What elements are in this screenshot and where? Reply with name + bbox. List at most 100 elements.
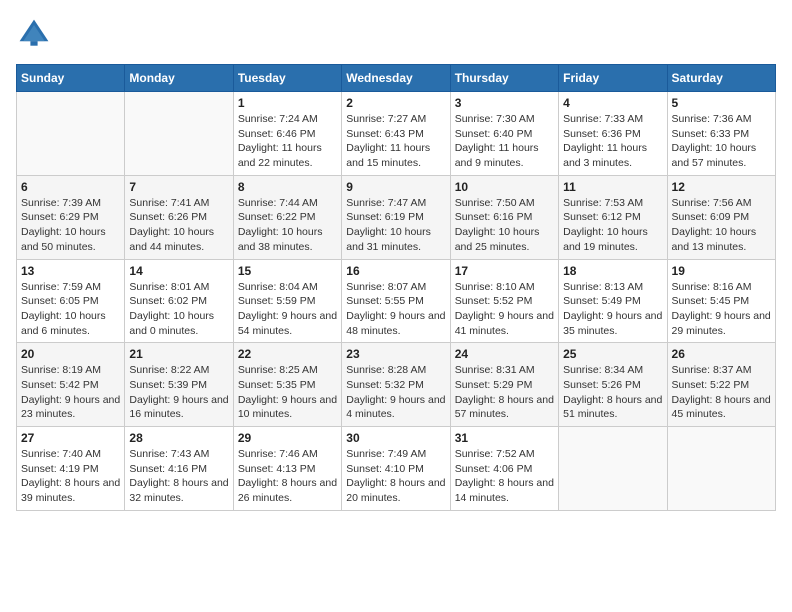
- day-cell: 16 Sunrise: 8:07 AMSunset: 5:55 PMDayligh…: [342, 259, 450, 343]
- day-info: Sunrise: 7:40 AMSunset: 4:19 PMDaylight:…: [21, 447, 120, 506]
- day-cell: 9Sunrise: 7:47 AMSunset: 6:19 PMDaylight…: [342, 175, 450, 259]
- day-cell: 26 Sunrise: 8:37 AMSunset: 5:22 PMDayligh…: [667, 343, 775, 427]
- day-cell: [17, 92, 125, 176]
- day-cell: 29 Sunrise: 7:46 AMSunset: 4:13 PMDayligh…: [233, 427, 341, 511]
- day-info: Sunrise: 7:59 AMSunset: 6:05 PMDaylight:…: [21, 280, 120, 339]
- day-number: 29: [238, 431, 337, 445]
- day-number: 10: [455, 180, 554, 194]
- header-cell-tuesday: Tuesday: [233, 65, 341, 92]
- day-number: 20: [21, 347, 120, 361]
- day-info: Sunrise: 8:37 AMSunset: 5:22 PMDaylight:…: [672, 363, 771, 422]
- day-cell: 13 Sunrise: 7:59 AMSunset: 6:05 PMDayligh…: [17, 259, 125, 343]
- day-cell: 20Sunrise: 8:19 AMSunset: 5:42 PMDayligh…: [17, 343, 125, 427]
- day-info: Sunrise: 7:52 AMSunset: 4:06 PMDaylight:…: [455, 447, 554, 506]
- day-number: 22: [238, 347, 337, 361]
- day-info: Sunrise: 7:50 AMSunset: 6:16 PMDaylight:…: [455, 196, 554, 255]
- day-info: Sunrise: 7:30 AMSunset: 6:40 PMDaylight:…: [455, 112, 554, 171]
- header-cell-saturday: Saturday: [667, 65, 775, 92]
- day-number: 11: [563, 180, 662, 194]
- day-cell: 7 Sunrise: 7:41 AMSunset: 6:26 PMDaylight…: [125, 175, 233, 259]
- day-info: Sunrise: 8:28 AMSunset: 5:32 PMDaylight:…: [346, 363, 445, 422]
- week-row-5: 27Sunrise: 7:40 AMSunset: 4:19 PMDayligh…: [17, 427, 776, 511]
- day-cell: 31 Sunrise: 7:52 AMSunset: 4:06 PMDayligh…: [450, 427, 558, 511]
- day-cell: [559, 427, 667, 511]
- day-info: Sunrise: 7:56 AMSunset: 6:09 PMDaylight:…: [672, 196, 771, 255]
- day-info: Sunrise: 8:01 AMSunset: 6:02 PMDaylight:…: [129, 280, 228, 339]
- day-number: 30: [346, 431, 445, 445]
- calendar-header: SundayMondayTuesdayWednesdayThursdayFrid…: [17, 65, 776, 92]
- day-cell: 28 Sunrise: 7:43 AMSunset: 4:16 PMDayligh…: [125, 427, 233, 511]
- header-cell-friday: Friday: [559, 65, 667, 92]
- day-info: Sunrise: 7:24 AMSunset: 6:46 PMDaylight:…: [238, 112, 337, 171]
- day-info: Sunrise: 8:25 AMSunset: 5:35 PMDaylight:…: [238, 363, 337, 422]
- day-cell: 22 Sunrise: 8:25 AMSunset: 5:35 PMDayligh…: [233, 343, 341, 427]
- day-info: Sunrise: 7:47 AMSunset: 6:19 PMDaylight:…: [346, 196, 445, 255]
- day-number: 28: [129, 431, 228, 445]
- day-info: Sunrise: 8:04 AMSunset: 5:59 PMDaylight:…: [238, 280, 337, 339]
- day-cell: [667, 427, 775, 511]
- day-cell: 17 Sunrise: 8:10 AMSunset: 5:52 PMDayligh…: [450, 259, 558, 343]
- day-number: 1: [238, 96, 337, 110]
- header-cell-wednesday: Wednesday: [342, 65, 450, 92]
- day-cell: 15 Sunrise: 8:04 AMSunset: 5:59 PMDayligh…: [233, 259, 341, 343]
- day-info: Sunrise: 8:22 AMSunset: 5:39 PMDaylight:…: [129, 363, 228, 422]
- day-info: Sunrise: 7:46 AMSunset: 4:13 PMDaylight:…: [238, 447, 337, 506]
- day-cell: 24 Sunrise: 8:31 AMSunset: 5:29 PMDayligh…: [450, 343, 558, 427]
- day-number: 7: [129, 180, 228, 194]
- day-info: Sunrise: 7:49 AMSunset: 4:10 PMDaylight:…: [346, 447, 445, 506]
- day-number: 18: [563, 264, 662, 278]
- day-number: 13: [21, 264, 120, 278]
- week-row-4: 20Sunrise: 8:19 AMSunset: 5:42 PMDayligh…: [17, 343, 776, 427]
- day-info: Sunrise: 7:39 AMSunset: 6:29 PMDaylight:…: [21, 196, 120, 255]
- header-cell-thursday: Thursday: [450, 65, 558, 92]
- day-number: 6: [21, 180, 120, 194]
- day-info: Sunrise: 7:33 AMSunset: 6:36 PMDaylight:…: [563, 112, 662, 171]
- day-number: 19: [672, 264, 771, 278]
- day-number: 12: [672, 180, 771, 194]
- day-cell: 21Sunrise: 8:22 AMSunset: 5:39 PMDayligh…: [125, 343, 233, 427]
- day-info: Sunrise: 7:44 AMSunset: 6:22 PMDaylight:…: [238, 196, 337, 255]
- day-number: 31: [455, 431, 554, 445]
- day-number: 16: [346, 264, 445, 278]
- day-info: Sunrise: 7:53 AMSunset: 6:12 PMDaylight:…: [563, 196, 662, 255]
- day-cell: 18 Sunrise: 8:13 AMSunset: 5:49 PMDayligh…: [559, 259, 667, 343]
- day-cell: 6 Sunrise: 7:39 AMSunset: 6:29 PMDaylight…: [17, 175, 125, 259]
- calendar-table: SundayMondayTuesdayWednesdayThursdayFrid…: [16, 64, 776, 511]
- week-row-3: 13 Sunrise: 7:59 AMSunset: 6:05 PMDayligh…: [17, 259, 776, 343]
- day-cell: 10 Sunrise: 7:50 AMSunset: 6:16 PMDayligh…: [450, 175, 558, 259]
- day-info: Sunrise: 8:10 AMSunset: 5:52 PMDaylight:…: [455, 280, 554, 339]
- day-cell: 11 Sunrise: 7:53 AMSunset: 6:12 PMDayligh…: [559, 175, 667, 259]
- day-cell: 30 Sunrise: 7:49 AMSunset: 4:10 PMDayligh…: [342, 427, 450, 511]
- day-info: Sunrise: 7:36 AMSunset: 6:33 PMDaylight:…: [672, 112, 771, 171]
- page-header: [16, 16, 776, 52]
- day-number: 4: [563, 96, 662, 110]
- day-number: 15: [238, 264, 337, 278]
- day-info: Sunrise: 8:13 AMSunset: 5:49 PMDaylight:…: [563, 280, 662, 339]
- header-cell-sunday: Sunday: [17, 65, 125, 92]
- header-row: SundayMondayTuesdayWednesdayThursdayFrid…: [17, 65, 776, 92]
- day-cell: 19Sunrise: 8:16 AMSunset: 5:45 PMDayligh…: [667, 259, 775, 343]
- day-number: 8: [238, 180, 337, 194]
- day-cell: 4 Sunrise: 7:33 AMSunset: 6:36 PMDaylight…: [559, 92, 667, 176]
- day-number: 23: [346, 347, 445, 361]
- day-info: Sunrise: 8:31 AMSunset: 5:29 PMDaylight:…: [455, 363, 554, 422]
- day-info: Sunrise: 8:34 AMSunset: 5:26 PMDaylight:…: [563, 363, 662, 422]
- header-cell-monday: Monday: [125, 65, 233, 92]
- day-number: 17: [455, 264, 554, 278]
- logo: [16, 16, 56, 52]
- day-number: 25: [563, 347, 662, 361]
- day-number: 26: [672, 347, 771, 361]
- day-info: Sunrise: 7:41 AMSunset: 6:26 PMDaylight:…: [129, 196, 228, 255]
- day-cell: 27Sunrise: 7:40 AMSunset: 4:19 PMDayligh…: [17, 427, 125, 511]
- day-cell: 12 Sunrise: 7:56 AMSunset: 6:09 PMDayligh…: [667, 175, 775, 259]
- day-cell: 25 Sunrise: 8:34 AMSunset: 5:26 PMDayligh…: [559, 343, 667, 427]
- day-cell: 23 Sunrise: 8:28 AMSunset: 5:32 PMDayligh…: [342, 343, 450, 427]
- day-cell: 8 Sunrise: 7:44 AMSunset: 6:22 PMDaylight…: [233, 175, 341, 259]
- day-cell: [125, 92, 233, 176]
- day-info: Sunrise: 8:07 AMSunset: 5:55 PMDaylight:…: [346, 280, 445, 339]
- day-info: Sunrise: 7:43 AMSunset: 4:16 PMDaylight:…: [129, 447, 228, 506]
- day-number: 24: [455, 347, 554, 361]
- week-row-1: 1 Sunrise: 7:24 AMSunset: 6:46 PMDaylight…: [17, 92, 776, 176]
- day-cell: 14 Sunrise: 8:01 AMSunset: 6:02 PMDayligh…: [125, 259, 233, 343]
- day-number: 14: [129, 264, 228, 278]
